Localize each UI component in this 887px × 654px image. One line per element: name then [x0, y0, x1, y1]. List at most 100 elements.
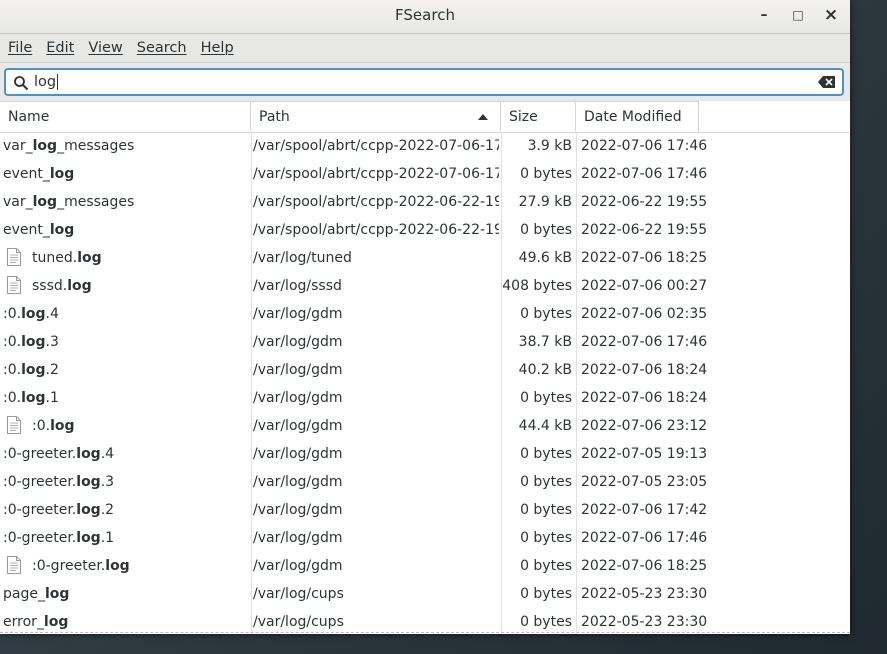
- title-bar[interactable]: FSearch – □ ×: [0, 0, 850, 34]
- cell-size: 0 bytes: [520, 222, 572, 238]
- menu-edit[interactable]: Edit: [39, 40, 81, 56]
- name-match-highlight: log: [49, 166, 75, 182]
- cell-size: 0 bytes: [520, 558, 572, 574]
- cell-name: var_log_messages: [3, 132, 248, 160]
- name-match-highlight: log: [76, 474, 101, 490]
- name-match-highlight: log: [44, 586, 70, 602]
- cell-name: :0-greeter.log.4: [3, 440, 248, 468]
- cell-date-modified: 2022-07-06 02:35: [581, 306, 708, 322]
- name-match-highlight: log: [32, 194, 58, 210]
- table-row[interactable]: page_log/var/log/cups 0 bytes 2022-05-23 2…: [0, 580, 850, 608]
- cell-name: :0-greeter.log: [3, 552, 248, 580]
- minimize-button[interactable]: –: [752, 4, 776, 28]
- table-row[interactable]: :0.log.4/var/log/gdm 0 bytes 2022-07-06 02…: [0, 300, 850, 328]
- column-header-path[interactable]: Path: [251, 101, 501, 131]
- table-row[interactable]: :0.log.1/var/log/gdm 0 bytes 2022-07-06 18…: [0, 384, 850, 412]
- table-row[interactable]: :0.log/var/log/gdm 44.4 kB 2022-07-06 23:1…: [0, 412, 850, 440]
- cell-path: /var/log/cups: [253, 586, 344, 602]
- name-text: .1: [100, 530, 115, 546]
- results-list[interactable]: var_log_messages/var/spool/abrt/ccpp-202…: [0, 132, 850, 634]
- table-row[interactable]: var_log_messages/var/spool/abrt/ccpp-202…: [0, 132, 850, 160]
- cell-path: /var/log/tuned: [253, 250, 352, 266]
- maximize-button[interactable]: □: [786, 4, 810, 28]
- search-icon: [14, 76, 29, 91]
- cell-date-modified: 2022-07-06 18:24: [581, 390, 708, 406]
- menu-help[interactable]: Help: [194, 40, 241, 56]
- column-header-date-modified[interactable]: Date Modified: [576, 101, 699, 131]
- cell-name: event_log: [3, 160, 248, 188]
- cell-path: /var/log/gdm: [253, 530, 343, 546]
- menu-file[interactable]: File: [1, 40, 39, 56]
- cell-date-modified: 2022-07-06 23:12: [581, 418, 708, 434]
- table-row[interactable]: var_log_messages/var/spool/abrt/ccpp-202…: [0, 188, 850, 216]
- close-button[interactable]: ×: [819, 4, 843, 28]
- cell-date-modified: 2022-07-06 17:46: [581, 530, 708, 546]
- cell-path: /var/spool/abrt/ccpp-2022-07-06-17…: [253, 138, 499, 154]
- cell-size: 0 bytes: [520, 474, 572, 490]
- cell-size: 0 bytes: [520, 166, 572, 182]
- table-row[interactable]: sssd.log/var/log/sssd 408 bytes 2022-07-06…: [0, 272, 850, 300]
- name-text: var_: [3, 138, 33, 154]
- cell-date-modified: 2022-07-06 17:46: [581, 138, 708, 154]
- table-row[interactable]: :0.log.3/var/log/gdm 38.7 kB 2022-07-06 17…: [0, 328, 850, 356]
- name-text: page_: [3, 586, 45, 602]
- table-row[interactable]: :0-greeter.log.4/var/log/gdm 0 bytes 2022-…: [0, 440, 850, 468]
- cell-path: /var/log/gdm: [253, 390, 343, 406]
- search-input[interactable]: log: [34, 72, 59, 92]
- text-caret: [57, 74, 59, 90]
- table-row[interactable]: :0-greeter.log.3/var/log/gdm 0 bytes 2022-…: [0, 468, 850, 496]
- cell-path: /var/log/gdm: [253, 306, 343, 322]
- name-text: event_: [3, 166, 50, 182]
- cell-path: /var/log/gdm: [253, 502, 343, 518]
- table-row[interactable]: error_log/var/log/cups 0 bytes 2022-05-23 …: [0, 608, 850, 634]
- search-field[interactable]: log: [4, 68, 844, 96]
- table-row[interactable]: event_log/var/spool/abrt/ccpp-2022-07-06…: [0, 160, 850, 188]
- cell-name: :0.log.3: [3, 328, 248, 356]
- table-row[interactable]: event_log/var/spool/abrt/ccpp-2022-06-22…: [0, 216, 850, 244]
- name-match-highlight: log: [21, 390, 46, 406]
- name-text: error_: [3, 614, 44, 630]
- menu-search[interactable]: Search: [130, 40, 194, 56]
- sort-ascending-icon: [478, 114, 488, 120]
- search-bar: log: [0, 63, 850, 101]
- name-text: :0.: [32, 418, 51, 434]
- cell-date-modified: 2022-07-06 18:25: [581, 558, 708, 574]
- cell-name: :0.log.2: [3, 356, 248, 384]
- search-input-text: log: [34, 74, 57, 90]
- cell-name: sssd.log: [3, 272, 248, 300]
- name-text: .3: [100, 474, 115, 490]
- menu-view[interactable]: View: [81, 40, 129, 56]
- cell-name: :0-greeter.log.1: [3, 524, 248, 552]
- name-text: .4: [100, 446, 115, 462]
- cell-name: error_log: [3, 608, 248, 634]
- name-text: :0.: [3, 362, 22, 378]
- column-header-size[interactable]: Size: [501, 101, 576, 131]
- table-row[interactable]: :0-greeter.log.2/var/log/gdm 0 bytes 2022-…: [0, 496, 850, 524]
- name-match-highlight: log: [76, 446, 101, 462]
- cell-path: /var/log/cups: [253, 614, 344, 630]
- cell-path: /var/log/gdm: [253, 362, 343, 378]
- cell-date-modified: 2022-05-23 23:30: [581, 614, 708, 630]
- name-text: _messages: [57, 138, 135, 154]
- name-match-highlight: log: [76, 530, 101, 546]
- column-header-name[interactable]: Name: [0, 101, 251, 131]
- name-text: sssd.: [32, 278, 68, 294]
- cell-size: 3.9 kB: [527, 138, 572, 154]
- table-row[interactable]: :0-greeter.log/var/log/gdm 0 bytes 2022-07…: [0, 552, 850, 580]
- cell-name: tuned.log: [3, 244, 248, 272]
- name-text: .1: [45, 390, 59, 406]
- cell-path: /var/spool/abrt/ccpp-2022-06-22-19…: [253, 194, 499, 210]
- table-row[interactable]: :0-greeter.log.1/var/log/gdm 0 bytes 2022-…: [0, 524, 850, 552]
- name-text: :0-greeter.: [32, 558, 106, 574]
- cell-date-modified: 2022-07-05 23:05: [581, 474, 708, 490]
- cell-date-modified: 2022-07-06 00:27: [581, 278, 708, 294]
- clear-icon[interactable]: [818, 75, 836, 89]
- name-text: :0-greeter.: [3, 530, 77, 546]
- text-file-icon: [7, 415, 21, 434]
- table-row[interactable]: :0.log.2/var/log/gdm 40.2 kB 2022-07-06 18…: [0, 356, 850, 384]
- name-text: event_: [3, 222, 50, 238]
- table-row[interactable]: tuned.log/var/log/tuned 49.6 kB 2022-07-06…: [0, 244, 850, 272]
- cell-size: 408 bytes: [502, 278, 572, 294]
- name-text: :0.: [3, 306, 22, 322]
- cell-size: 0 bytes: [520, 446, 572, 462]
